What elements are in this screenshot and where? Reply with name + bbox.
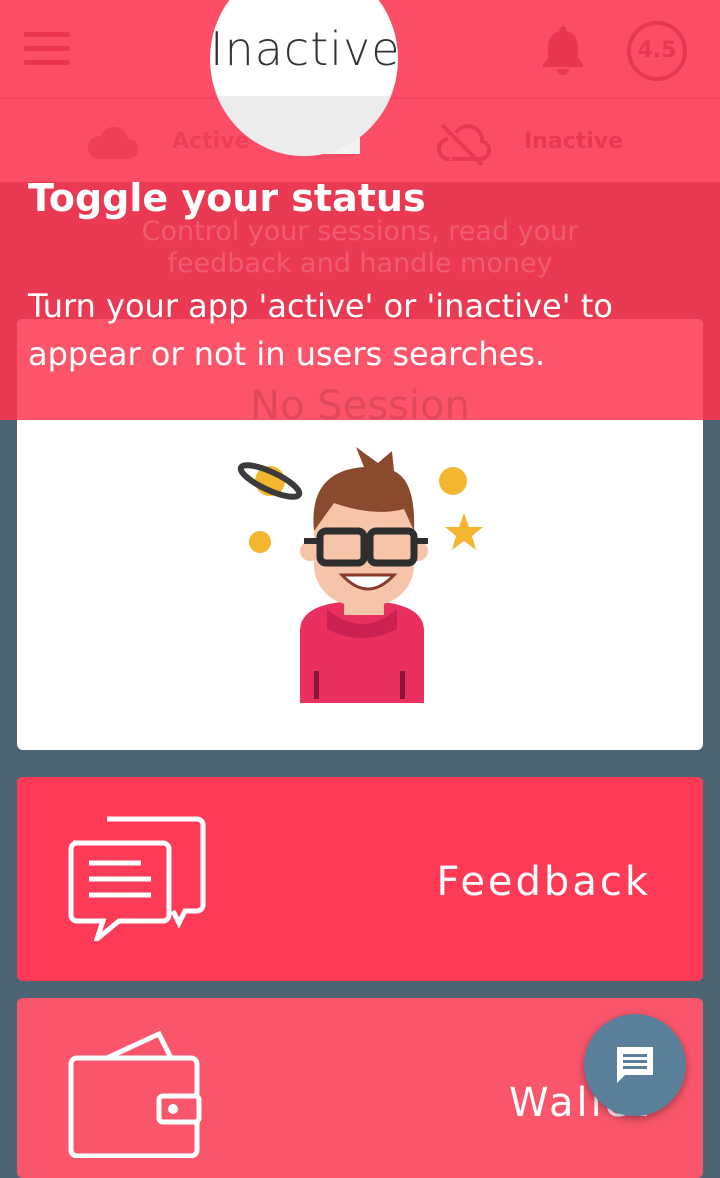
cloud-icon (87, 126, 138, 159)
chat-bubbles-icon (68, 816, 206, 941)
tab-inactive-label: Inactive (524, 129, 624, 154)
chat-message-icon (617, 1047, 653, 1083)
hamburger-menu-icon[interactable] (24, 32, 70, 66)
wallet-icon (68, 1030, 202, 1158)
bell-icon[interactable] (540, 24, 586, 76)
cloud-off-icon (437, 123, 492, 167)
tab-inactive[interactable]: Inactive (436, 119, 696, 167)
feedback-card[interactable]: Feedback (17, 777, 703, 981)
nerd-character-illustration (237, 447, 483, 703)
feedback-label: Feedback (436, 859, 651, 905)
tour-title: Toggle your status (28, 176, 426, 220)
no-session-title: No Session (250, 383, 470, 429)
spotlight-grey-area (210, 96, 398, 156)
chat-fab-button[interactable] (584, 1014, 686, 1116)
header-subtitle: Control your sessions, read your feedbac… (141, 216, 579, 279)
tour-body: Turn your app 'active' or 'inactive' to … (28, 287, 613, 373)
session-card: No Session (17, 319, 703, 750)
rating-badge[interactable]: 4.5 (627, 21, 687, 81)
spotlight-label: Inactive (210, 22, 398, 76)
status-spotlight[interactable]: Inactive (210, 0, 398, 156)
